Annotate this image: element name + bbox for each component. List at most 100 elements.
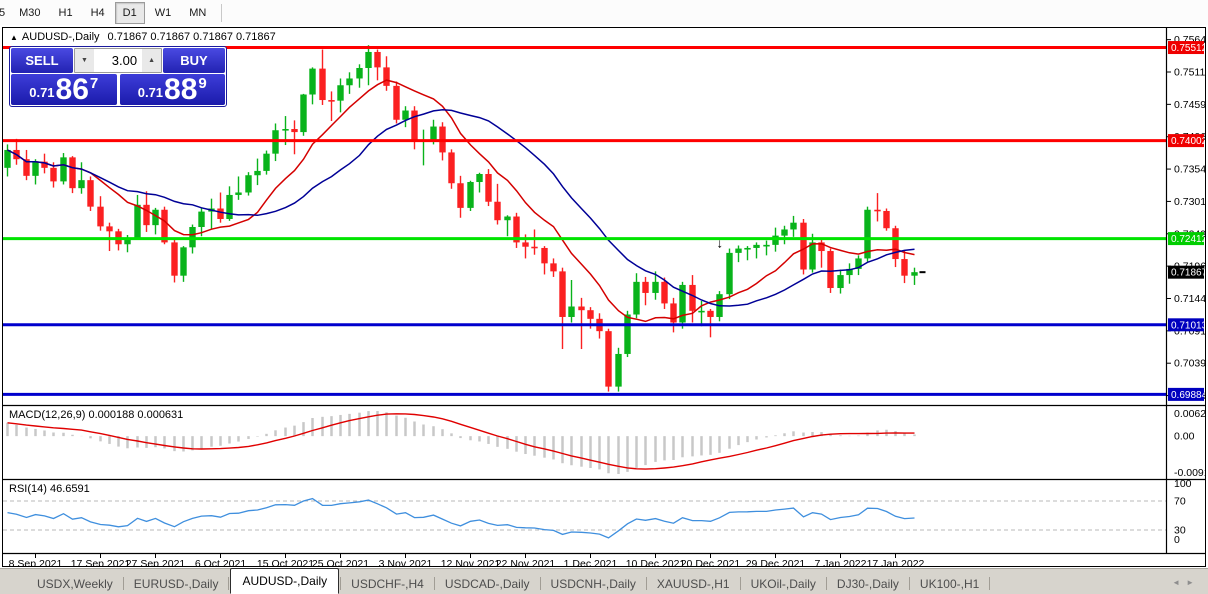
date-tick-label: 3 Nov 2021 xyxy=(379,558,433,566)
volume-decrease-icon[interactable]: ▼ xyxy=(75,49,94,72)
date-tick-label: 12 Nov 2021 xyxy=(441,558,501,566)
sell-price-pip: 7 xyxy=(90,75,98,92)
date-tick-label: 17 Jan 2022 xyxy=(867,558,925,566)
price-tick-label: 0.75115 xyxy=(1174,67,1205,79)
buy-price[interactable]: 0.71 88 9 xyxy=(120,74,226,105)
volume-increase-icon[interactable]: ▲ xyxy=(142,49,161,72)
tab-dj30-daily[interactable]: DJ30-,Daily xyxy=(828,574,908,594)
price-badge: 0.74002 xyxy=(1168,134,1205,147)
sell-button[interactable]: SELL xyxy=(11,48,73,73)
chart-symbol-title: AUDUSD-,Daily xyxy=(22,31,100,43)
tab-divider xyxy=(740,577,741,590)
sell-price[interactable]: 0.71 86 7 xyxy=(11,74,117,105)
date-tick-label: 25 Oct 2021 xyxy=(312,558,369,566)
price-tick-label: 0.73015 xyxy=(1174,196,1205,208)
tab-usdchf-h4[interactable]: USDCHF-,H4 xyxy=(342,574,433,594)
price-axis: 0.756400.751150.745900.740650.735400.730… xyxy=(1166,34,1205,546)
macd-label: MACD(12,26,9) 0.000188 0.000631 xyxy=(9,409,183,421)
rsi-line xyxy=(8,499,915,538)
tab-eurusd-daily[interactable]: EURUSD-,Daily xyxy=(125,574,228,594)
rsi-axis-label: 0 xyxy=(1174,534,1180,546)
tab-uk100-h1[interactable]: UK100-,H1 xyxy=(911,574,988,594)
chart-window: ↓ MACD(12,26,9) 0.000188 0.000631 RSI(14) … xyxy=(2,27,1206,567)
timeframe-button-w1[interactable]: W1 xyxy=(147,2,180,24)
buy-price-prefix: 0.71 xyxy=(138,85,163,100)
date-tick-label: 22 Nov 2021 xyxy=(496,558,556,566)
tab-xauusd-h1[interactable]: XAUUSD-,H1 xyxy=(648,574,739,594)
date-tick-label: 17 Sep 2021 xyxy=(71,558,131,566)
macd-axis-max: 0.006201 xyxy=(1174,408,1205,420)
down-arrow-annotation: ↓ xyxy=(717,235,724,250)
buy-button[interactable]: BUY xyxy=(163,48,225,73)
volume-input[interactable]: 3.00 xyxy=(94,49,142,72)
buy-price-big: 88 xyxy=(164,77,197,103)
tab-audusd-daily[interactable]: AUDUSD-,Daily xyxy=(230,568,339,594)
svg-text:0.71013: 0.71013 xyxy=(1171,320,1205,331)
macd-panel: MACD(12,26,9) 0.000188 0.000631 xyxy=(8,409,915,474)
price-badge: 0.71013 xyxy=(1168,318,1205,331)
tab-scroll-left-icon[interactable]: ◄ xyxy=(1172,578,1186,587)
rsi-axis-label: 100 xyxy=(1174,478,1192,490)
timeframe-button-d1[interactable]: D1 xyxy=(115,2,145,24)
svg-text:0.69884: 0.69884 xyxy=(1171,390,1205,401)
trade-panel-top-row: SELL ▼ 3.00 ▲ BUY xyxy=(11,48,225,73)
tab-divider xyxy=(646,577,647,590)
price-badge: 0.69884 xyxy=(1168,388,1205,401)
tab-usdx-weekly[interactable]: USDX,Weekly xyxy=(28,574,122,594)
volume-spinner: ▼ 3.00 ▲ xyxy=(74,48,162,73)
tab-divider xyxy=(340,577,341,590)
price-tick-label: 0.73540 xyxy=(1174,164,1205,176)
price-badge: 0.72412 xyxy=(1168,232,1205,245)
tab-scroll-arrows: ◄► xyxy=(1172,578,1200,587)
buy-price-pip: 9 xyxy=(198,75,206,92)
sell-price-big: 86 xyxy=(56,77,89,103)
toolbar-separator xyxy=(221,4,222,22)
trade-panel-price-row: 0.71 86 7 0.71 88 9 xyxy=(11,74,225,105)
chart-canvas[interactable]: ↓ MACD(12,26,9) 0.000188 0.000631 RSI(14) … xyxy=(3,28,1205,566)
tab-usdcnh-daily[interactable]: USDCNH-,Daily xyxy=(542,574,645,594)
tab-usdcad-daily[interactable]: USDCAD-,Daily xyxy=(436,574,539,594)
tab-scroll-right-icon[interactable]: ► xyxy=(1186,578,1200,587)
timeframe-button-h4[interactable]: H4 xyxy=(83,2,113,24)
timeframe-button-5[interactable]: 5 xyxy=(0,2,9,24)
rsi-label: RSI(14) 46.6591 xyxy=(9,483,90,495)
date-tick-label: 7 Jan 2022 xyxy=(815,558,867,566)
date-axis: 8 Sep 202117 Sep 202127 Sep 20216 Oct 20… xyxy=(9,554,925,566)
trading-terminal: 5M30H1H4D1W1MN ↓ MACD(12,26,9) 0.000188 0… xyxy=(0,0,1208,594)
chart-ohlc-values: 0.71867 0.71867 0.71867 0.71867 xyxy=(108,31,276,43)
date-tick-label: 1 Dec 2021 xyxy=(564,558,618,566)
one-click-trade-panel: SELL ▼ 3.00 ▲ BUY 0.71 86 7 0.71 88 9 xyxy=(9,46,227,107)
tab-divider xyxy=(434,577,435,590)
sell-price-prefix: 0.71 xyxy=(29,85,54,100)
rsi-axis-label: 70 xyxy=(1174,496,1186,508)
price-badge: 0.75512 xyxy=(1168,41,1205,54)
tab-divider xyxy=(989,577,990,590)
price-tick-label: 0.71440 xyxy=(1174,293,1205,305)
svg-text:0.74002: 0.74002 xyxy=(1171,136,1205,147)
tab-divider xyxy=(540,577,541,590)
date-tick-label: 8 Sep 2021 xyxy=(9,558,63,566)
timeframe-button-mn[interactable]: MN xyxy=(181,2,214,24)
date-tick-label: 27 Sep 2021 xyxy=(126,558,186,566)
timeframe-button-h1[interactable]: H1 xyxy=(51,2,81,24)
macd-axis-zero: 0.00 xyxy=(1174,431,1195,443)
timeframe-toolbar: 5M30H1H4D1W1MN xyxy=(0,0,1208,25)
date-tick-label: 20 Dec 2021 xyxy=(681,558,741,566)
date-tick-label: 10 Dec 2021 xyxy=(626,558,686,566)
date-tick-label: 15 Oct 2021 xyxy=(257,558,314,566)
date-tick-label: 29 Dec 2021 xyxy=(746,558,806,566)
price-tick-label: 0.70390 xyxy=(1174,358,1205,370)
collapse-triangle-icon[interactable]: ▲ xyxy=(10,33,18,42)
rsi-panel: RSI(14) 46.6591 xyxy=(3,483,1166,538)
macd-signal-line xyxy=(8,414,915,469)
tab-divider xyxy=(123,577,124,590)
tab-divider xyxy=(909,577,910,590)
timeframe-button-m30[interactable]: M30 xyxy=(11,2,48,24)
tab-divider xyxy=(228,577,229,590)
price-tick-label: 0.74590 xyxy=(1174,99,1205,111)
svg-text:0.75512: 0.75512 xyxy=(1171,43,1205,54)
svg-text:0.71867: 0.71867 xyxy=(1171,268,1205,279)
tab-divider xyxy=(826,577,827,590)
tab-ukoil-daily[interactable]: UKOil-,Daily xyxy=(742,574,825,594)
svg-text:0.72412: 0.72412 xyxy=(1171,234,1205,245)
